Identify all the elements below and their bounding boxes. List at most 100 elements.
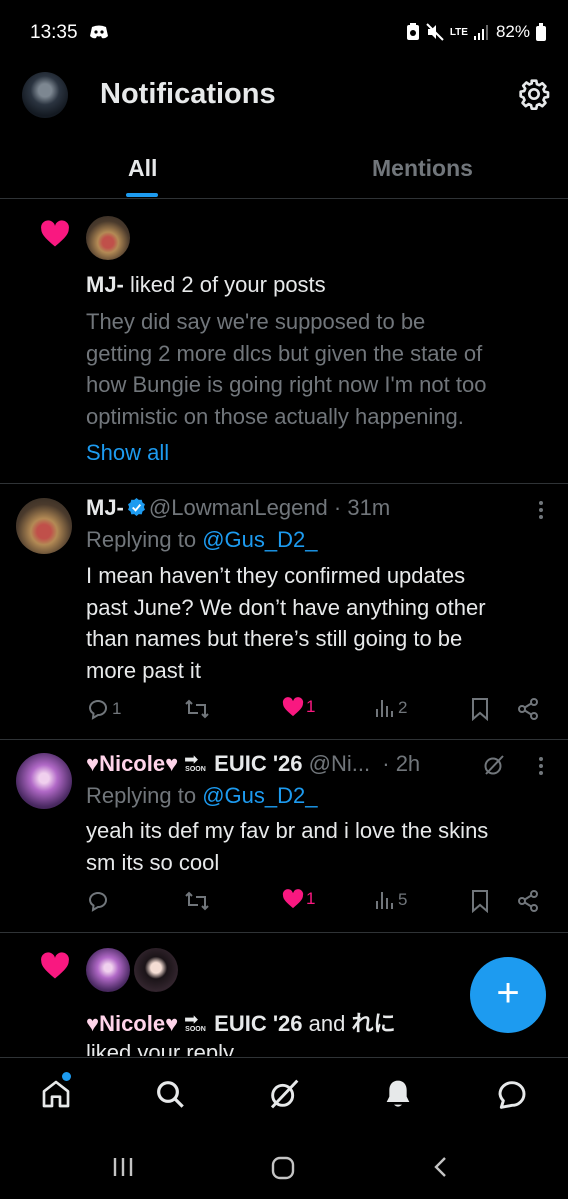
post-line: sm its so cool [86, 849, 220, 875]
post-line: than names but there’s still going to be [86, 626, 463, 651]
soon-badge: ➡ SOON [184, 1010, 206, 1033]
post-preview: They did say we're supposed to be gettin… [86, 306, 486, 432]
more-options-icon[interactable] [538, 756, 544, 776]
bookmark-icon[interactable] [470, 889, 490, 913]
reply-icon [88, 892, 107, 912]
preview-line: optimistic on those actually happening. [86, 403, 464, 429]
grok-icon[interactable] [268, 1078, 300, 1110]
settings-icon[interactable] [518, 78, 550, 110]
profile-avatar[interactable] [22, 72, 68, 118]
home-icon[interactable] [40, 1078, 72, 1110]
user-name-suffix: EUIC '26 [214, 751, 303, 776]
notification-action: and [302, 1011, 352, 1036]
home-button-icon[interactable] [270, 1155, 296, 1181]
avatar[interactable] [16, 753, 72, 809]
notification-dot [62, 1072, 71, 1081]
tab-mentions[interactable]: Mentions [372, 155, 473, 182]
post-text: I mean haven’t they confirmed updates pa… [86, 560, 486, 686]
preview-line: how Bungie is going right now I'm not to… [86, 372, 487, 397]
compose-button[interactable]: + [470, 957, 546, 1033]
heart-icon [282, 697, 304, 717]
notifications-feed[interactable]: MJ- liked 2 of your posts They did say w… [0, 200, 568, 1056]
divider [0, 739, 568, 740]
grok-icon[interactable] [482, 753, 506, 777]
view-count: 2 [398, 698, 408, 717]
reply-button[interactable] [86, 889, 110, 913]
post-line: I mean haven’t they confirmed updates [86, 563, 466, 588]
post-time: · 2h [382, 751, 421, 776]
bell-icon[interactable] [382, 1078, 414, 1110]
replying-to: Replying to @Gus_D2_ [86, 783, 317, 809]
post-text: yeah its def my fav br and i love the sk… [86, 815, 488, 878]
battery-percent: 82% [495, 22, 530, 41]
user-handle[interactable]: @Ni... [309, 751, 370, 776]
avatar[interactable] [134, 948, 178, 992]
reply-button[interactable]: 1 [86, 697, 121, 721]
battery-icon [536, 23, 546, 41]
avatar[interactable] [86, 948, 130, 992]
soon-label: SOON [185, 766, 206, 773]
views-icon [376, 892, 393, 909]
battery-saver-icon [406, 23, 419, 40]
views-button[interactable]: 5 [374, 889, 407, 911]
like-count: 1 [306, 697, 316, 716]
replying-handle[interactable]: @Gus_D2_ [202, 783, 317, 808]
avatar[interactable] [86, 216, 130, 260]
user-name[interactable]: MJ- [86, 495, 124, 520]
views-icon [376, 700, 393, 717]
show-all-link[interactable]: Show all [86, 440, 169, 466]
heart-icon [282, 889, 304, 909]
notification-action-partial: liked your reply [86, 1040, 234, 1056]
replying-label: Replying to [86, 783, 203, 808]
repost-icon [185, 891, 209, 911]
user-name[interactable]: ♥Nicole♥ [86, 1011, 178, 1036]
compose-icon: + [496, 971, 520, 1015]
back-icon[interactable] [432, 1156, 448, 1178]
like-button[interactable]: 1 [282, 889, 315, 909]
replying-to: Replying to @Gus_D2_ [86, 527, 317, 553]
post-header: ♥Nicole♥ ➡ SOON EUIC '26 @Ni... · 2h [86, 750, 421, 777]
notification-action: liked 2 of your posts [123, 272, 326, 297]
like-button[interactable]: 1 [282, 697, 315, 717]
soon-badge: ➡ SOON [184, 750, 206, 773]
repost-icon [185, 699, 209, 719]
tab-all[interactable]: All [128, 155, 157, 182]
tab-bar: All Mentions [0, 135, 568, 199]
avatar[interactable] [16, 498, 72, 554]
view-count: 5 [398, 890, 408, 909]
post-actions: 1 5 [86, 889, 546, 919]
preview-line: They did say we're supposed to be [86, 309, 426, 334]
network-type: LTE [449, 26, 468, 38]
soon-label: SOON [185, 1026, 206, 1033]
heart-icon [41, 220, 69, 247]
notification-title: MJ- liked 2 of your posts [86, 272, 326, 298]
replying-label: Replying to [86, 527, 203, 552]
repost-button[interactable] [184, 697, 210, 721]
reply-count: 1 [112, 699, 122, 718]
status-icons: LTE 82% [406, 22, 546, 42]
views-button[interactable]: 2 [374, 697, 407, 719]
messages-icon[interactable] [496, 1078, 528, 1110]
user-handle[interactable]: @LowmanLegend [149, 495, 328, 520]
post-line: past June? We don’t have anything other [86, 594, 486, 620]
reply-icon [88, 700, 107, 720]
post-line: yeah its def my fav br and i love the sk… [86, 818, 489, 843]
verified-badge-icon [127, 498, 145, 517]
share-icon[interactable] [516, 697, 540, 721]
recent-apps-icon[interactable] [112, 1156, 134, 1178]
bookmark-icon[interactable] [470, 697, 490, 721]
repost-button[interactable] [184, 889, 210, 913]
user-name[interactable]: ♥Nicole♥ [86, 751, 178, 776]
more-options-icon[interactable] [538, 500, 544, 520]
signal-icon [473, 25, 488, 40]
search-icon[interactable] [154, 1078, 186, 1110]
other-user-name[interactable]: れに [351, 1011, 395, 1036]
post-line: more past it [86, 657, 201, 683]
share-icon[interactable] [516, 889, 540, 913]
user-name[interactable]: MJ- [86, 272, 124, 297]
like-count: 1 [306, 889, 316, 908]
system-navigation [0, 1131, 568, 1199]
post-header: MJ- @LowmanLegend · 31m [86, 495, 390, 521]
replying-handle[interactable]: @Gus_D2_ [202, 527, 317, 552]
heart-icon [41, 952, 69, 979]
